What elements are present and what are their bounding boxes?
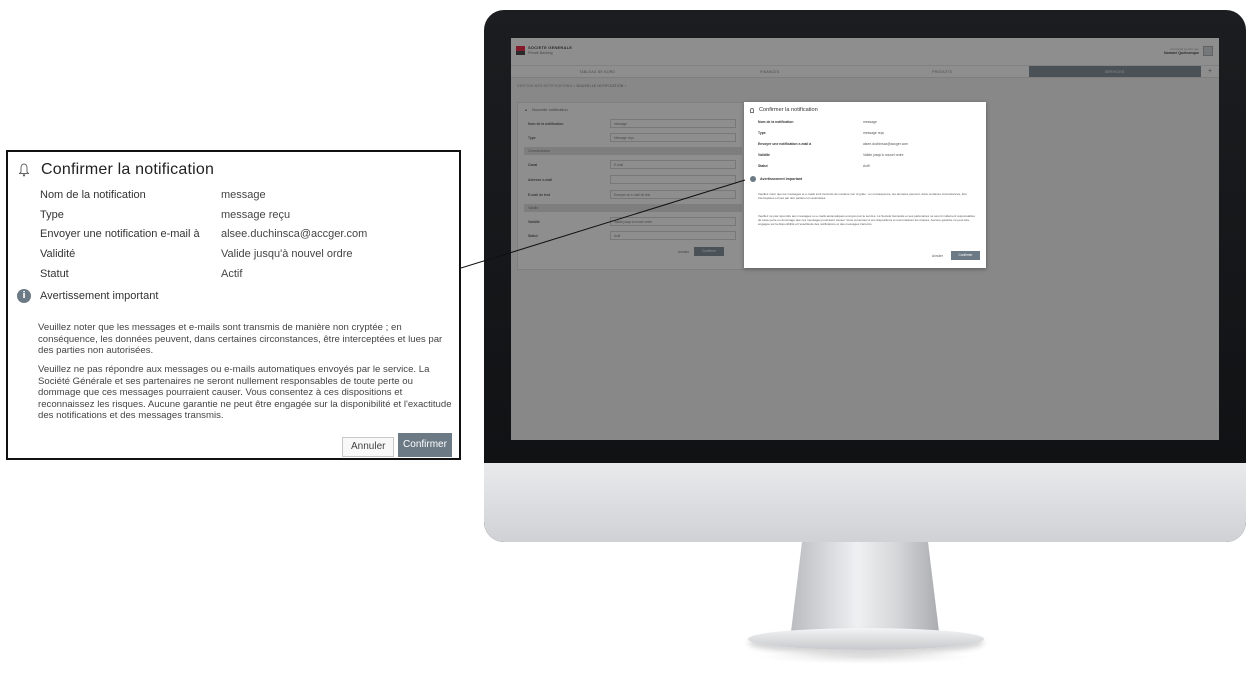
warning-paragraph-1: Veuillez noter que les messages et e-mai… xyxy=(38,322,443,356)
modal-row-value: message xyxy=(863,120,877,124)
cancel-button[interactable]: Annuler xyxy=(342,437,395,457)
modal-row-name: Nom de la notification message xyxy=(40,189,450,207)
modal-row-type: Type message reçu xyxy=(40,209,450,227)
modal-row-label: Statut xyxy=(758,164,768,168)
modal-confirm-button[interactable]: Confirmer xyxy=(951,251,980,260)
imac-chin xyxy=(484,463,1246,542)
modal-row-validite: Validité Valide jusqu'à nouvel ordre xyxy=(40,248,450,266)
bell-icon xyxy=(19,163,29,177)
imac-screen: SOCIETE GENERALE Private Banking Connect… xyxy=(511,38,1219,440)
modal-warning: i Avertissement important xyxy=(17,289,158,303)
modal-row-label: Envoyer une notification e-mail à xyxy=(758,142,812,146)
modal-row-label: Type xyxy=(758,131,766,135)
modal-row-value: Actif xyxy=(863,164,870,168)
modal-title: Confirmer la notification xyxy=(750,107,818,113)
warning-paragraph-1: Veuillez noter que les messages et e-mai… xyxy=(758,192,967,200)
modal-row-value: alsee.duchinsca@accger.com xyxy=(221,228,368,240)
modal-cancel-button[interactable]: Annuler xyxy=(932,254,943,258)
imac-stand-foot xyxy=(748,628,984,650)
modal-row-label: Validité xyxy=(758,153,770,157)
imac-stand-shadow xyxy=(758,650,974,664)
confirm-modal-zoom: Confirmer la notification Nom de la noti… xyxy=(6,150,461,460)
modal-title: Confirmer la notification xyxy=(19,161,214,179)
warning-title: Avertissement important xyxy=(760,177,803,181)
modal-row-label: Nom de la notification xyxy=(40,189,146,201)
modal-warning: Avertissement important xyxy=(750,176,802,182)
warning-paragraph-2: Veuillez ne pas répondre aux messages ou… xyxy=(758,214,975,226)
warning-paragraph-2: Veuillez ne pas répondre aux messages ou… xyxy=(38,364,452,421)
modal-row-value: message xyxy=(221,189,266,201)
info-icon: i xyxy=(17,289,31,303)
modal-row-statut: Statut Actif xyxy=(40,268,450,286)
confirm-modal-small: Confirmer la notification Nom de la noti… xyxy=(744,102,986,268)
modal-row-label: Envoyer une notification e-mail à xyxy=(40,228,200,240)
modal-row-value: Valide jusqu'à nouvel ordre xyxy=(863,153,904,157)
modal-row-value: alsee.duchinsca@accger.com xyxy=(863,142,909,146)
confirm-button[interactable]: Confirmer xyxy=(398,433,452,457)
modal-row-value: Valide jusqu'à nouvel ordre xyxy=(221,248,353,260)
modal-row-value: message reçu xyxy=(863,131,885,135)
modal-row-label: Statut xyxy=(40,268,69,280)
modal-title-text: Confirmer la notification xyxy=(41,161,215,178)
modal-row-label: Validité xyxy=(40,248,76,260)
modal-title-text: Confirmer la notification xyxy=(759,107,818,113)
modal-row-label: Type xyxy=(40,209,64,221)
modal-row-value: Actif xyxy=(221,268,243,280)
modal-row-email: Envoyer une notification e-mail à alsee.… xyxy=(40,228,450,246)
stage: SOCIETE GENERALE Private Banking Connect… xyxy=(0,0,1246,688)
info-icon xyxy=(750,176,756,182)
modal-row-label: Nom de la notification xyxy=(758,120,794,124)
bell-icon xyxy=(750,107,754,113)
modal-row-value: message reçu xyxy=(221,209,291,221)
imac-stand-neck xyxy=(790,542,940,640)
warning-title: Avertissement important xyxy=(40,290,159,302)
